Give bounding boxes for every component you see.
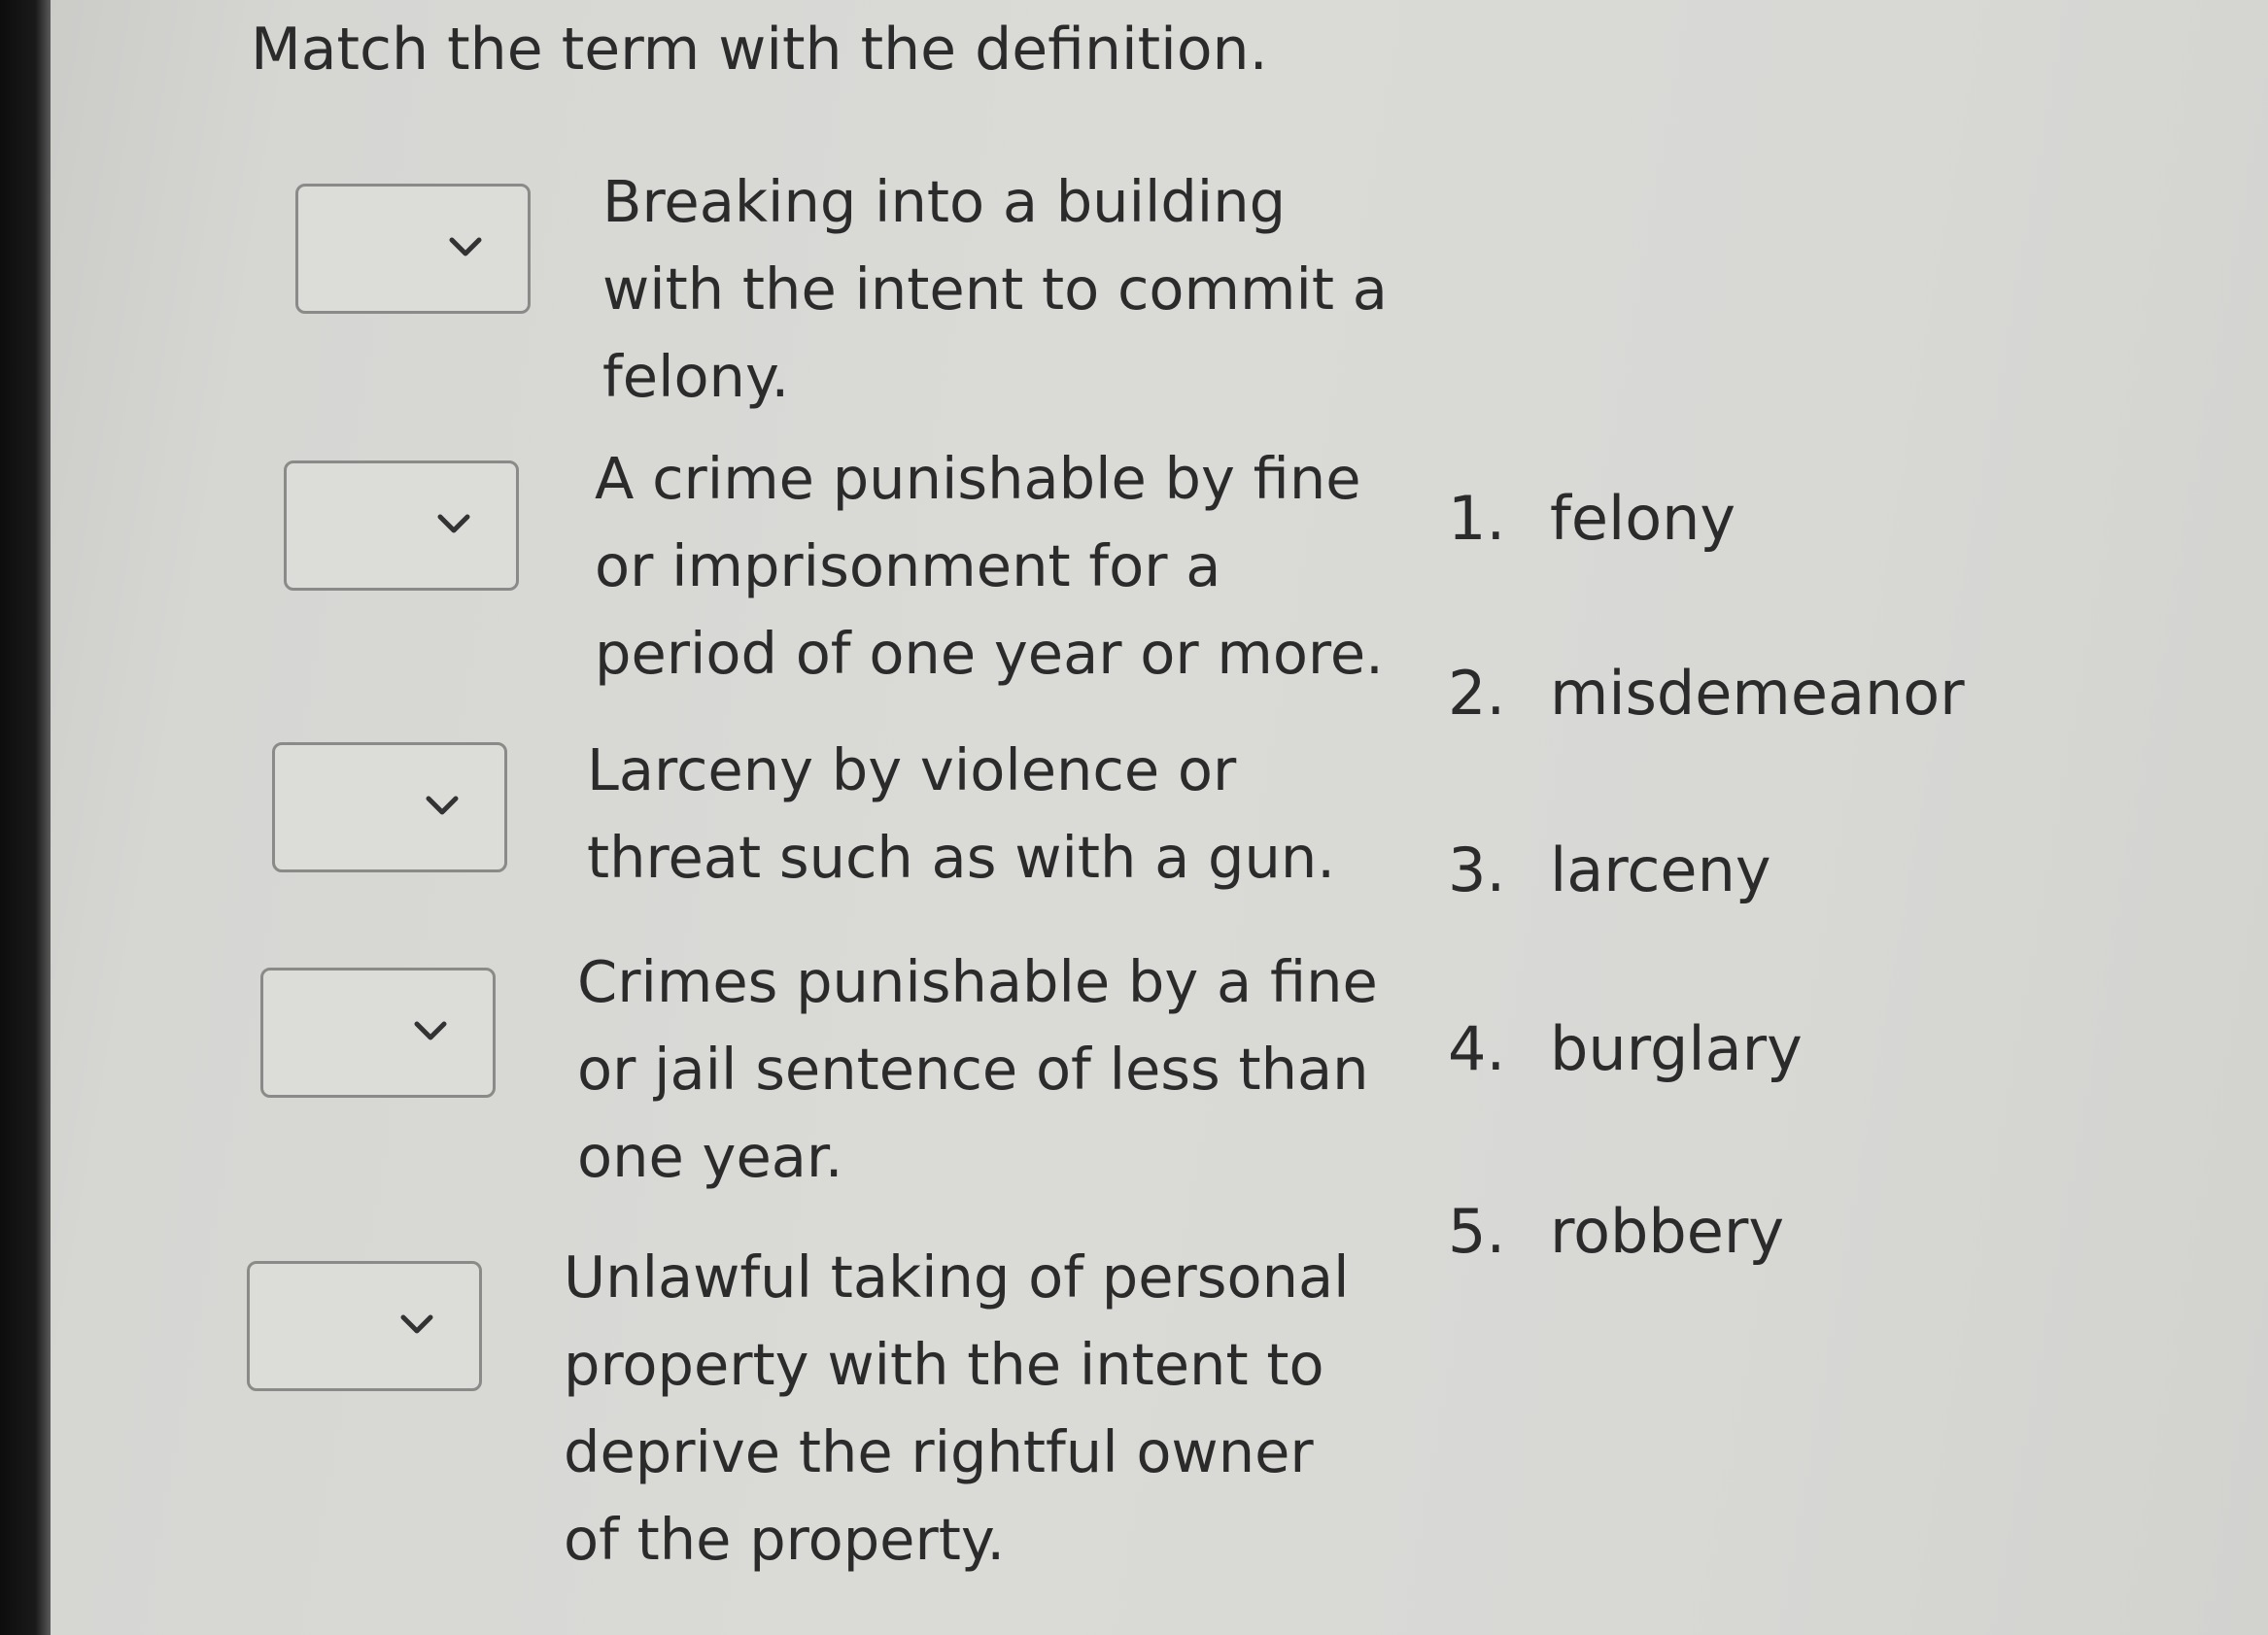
chevron-down-icon (400, 1314, 433, 1334)
term-item-larceny: 3. larceny (1448, 832, 1771, 909)
chevron-down-icon (437, 514, 470, 533)
definition-line: Crimes punishable by a fine (577, 948, 1378, 1015)
chevron-down-icon (426, 796, 459, 815)
definition-text-3: Larceny by violence or threat such as wi… (587, 727, 1335, 902)
answer-dropdown-4[interactable] (260, 968, 496, 1098)
term-item-felony: 1. felony (1448, 480, 1735, 558)
screen-bezel (0, 0, 51, 1635)
chevron-down-icon (414, 1021, 447, 1040)
term-label: larceny (1550, 835, 1771, 905)
definition-line: Breaking into a building (602, 168, 1287, 235)
term-number: 5. (1448, 1196, 1506, 1267)
definition-line: Unlawful taking of personal (564, 1243, 1350, 1311)
definition-line: felony. (602, 343, 790, 410)
definition-line: deprive the rightful owner (564, 1418, 1314, 1485)
answer-dropdown-1[interactable] (295, 184, 531, 314)
definition-text-5: Unlawful taking of personal property wit… (564, 1234, 1350, 1584)
definition-text-1: Breaking into a building with the intent… (602, 158, 1388, 421)
definition-line: period of one year or more. (595, 620, 1384, 687)
definition-line: or imprisonment for a (595, 532, 1221, 599)
definition-line: threat such as with a gun. (587, 824, 1336, 891)
definition-line: or jail sentence of less than (577, 1036, 1369, 1103)
definition-line: one year. (577, 1123, 843, 1190)
term-number: 1. (1448, 483, 1506, 554)
definition-text-4: Crimes punishable by a fine or jail sent… (577, 938, 1378, 1201)
term-item-robbery: 5. robbery (1448, 1193, 1784, 1271)
term-label: misdemeanor (1550, 658, 1965, 729)
definition-line: with the intent to commit a (602, 255, 1388, 323)
question-title: Match the term with the definition. (251, 16, 1268, 84)
chevron-down-icon (449, 237, 482, 256)
answer-dropdown-3[interactable] (272, 742, 507, 872)
term-number: 3. (1448, 835, 1506, 905)
term-label: burglary (1550, 1013, 1803, 1084)
definition-line: property with the intent to (564, 1331, 1324, 1398)
definition-text-2: A crime punishable by fine or imprisonme… (595, 435, 1384, 698)
definition-line: A crime punishable by fine (595, 445, 1361, 512)
definition-line: Larceny by violence or (587, 736, 1237, 803)
term-item-burglary: 4. burglary (1448, 1010, 1803, 1088)
term-item-misdemeanor: 2. misdemeanor (1448, 655, 1965, 732)
term-label: felony (1550, 483, 1736, 554)
term-number: 2. (1448, 658, 1506, 729)
answer-dropdown-2[interactable] (284, 460, 519, 591)
definition-line: of the property. (564, 1506, 1006, 1573)
term-number: 4. (1448, 1013, 1506, 1084)
answer-dropdown-5[interactable] (247, 1261, 482, 1391)
term-label: robbery (1550, 1196, 1785, 1267)
